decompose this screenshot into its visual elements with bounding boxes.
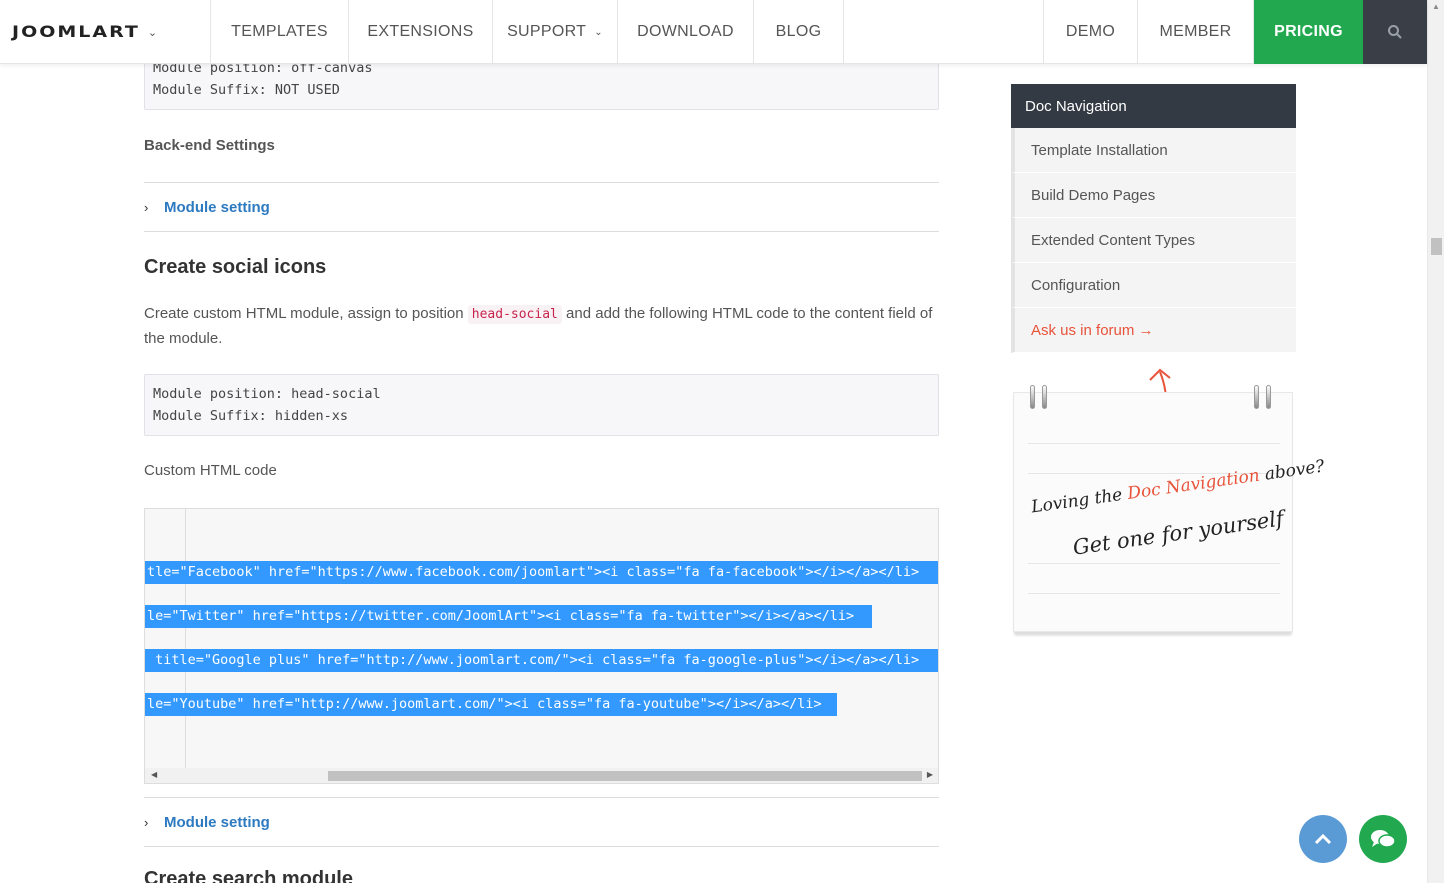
doc-navigation-title: Doc Navigation	[1011, 84, 1296, 128]
nav-templates[interactable]: TEMPLATES	[211, 0, 349, 64]
instruction-paragraph: Create custom HTML module, assign to pos…	[144, 305, 933, 347]
doc-nav-template-installation[interactable]: Template Installation	[1011, 128, 1296, 173]
chevron-down-icon: ⌄	[147, 26, 158, 39]
selected-code-line[interactable]: le="Youtube" href="http://www.joomlart.c…	[145, 693, 837, 716]
code-block-head-social: Module position: head-social Module Suff…	[144, 374, 939, 436]
nav-right: DEMO MEMBER PRICING	[1043, 0, 1427, 64]
nav-pricing[interactable]: PRICING	[1254, 0, 1363, 64]
chevron-up-icon	[1314, 833, 1332, 845]
scroll-up-icon[interactable]: ▲	[1432, 2, 1440, 11]
page: Module position: off-canvas Module Suffi…	[0, 0, 1444, 883]
section-heading: Create search module	[144, 868, 353, 883]
horizontal-scrollbar[interactable]: ◀ ▶	[145, 768, 938, 783]
doc-nav-extended-content-types[interactable]: Extended Content Types	[1011, 218, 1296, 263]
module-setting-accordion[interactable]: › Module setting	[144, 182, 939, 232]
search-button[interactable]	[1363, 0, 1427, 64]
logo[interactable]: JOOMLART ⌄	[0, 0, 211, 64]
ask-forum-link[interactable]: Ask us in forum →	[1011, 308, 1296, 353]
nav-extensions[interactable]: EXTENSIONS	[349, 0, 493, 64]
selected-code-line[interactable]: tle="Facebook" href="https://www.faceboo…	[145, 561, 938, 584]
code-editor[interactable]: tle="Facebook" href="https://www.faceboo…	[144, 508, 939, 784]
scrollbar-thumb[interactable]	[1431, 238, 1442, 255]
chat-button[interactable]	[1359, 815, 1407, 863]
chevron-right-icon: ›	[144, 199, 149, 215]
selected-code-line[interactable]: title="Google plus" href="http://www.joo…	[145, 649, 938, 672]
back-to-top-button[interactable]	[1299, 815, 1347, 863]
module-setting-label: Module setting	[164, 813, 270, 831]
ring-icon	[1042, 385, 1047, 409]
top-navbar: JOOMLART ⌄ TEMPLATES EXTENSIONS SUPPORT …	[0, 0, 1427, 64]
scroll-left-icon[interactable]: ◀	[151, 770, 157, 779]
doc-nav-configuration[interactable]: Configuration	[1011, 263, 1296, 308]
section-heading: Create social icons	[144, 256, 327, 278]
doc-navigation: Doc Navigation Template Installation Bui…	[1011, 84, 1296, 353]
nav-blog[interactable]: BLOG	[754, 0, 844, 64]
nav-support[interactable]: SUPPORT ⌄	[493, 0, 618, 64]
nav-demo[interactable]: DEMO	[1043, 0, 1138, 64]
logo-text: JOOMLART	[12, 22, 140, 42]
scroll-right-icon[interactable]: ▶	[927, 770, 933, 779]
search-icon	[1388, 25, 1402, 39]
chat-icon	[1371, 830, 1396, 848]
custom-html-label: Custom HTML code	[144, 462, 277, 479]
nav-download[interactable]: DOWNLOAD	[618, 0, 754, 64]
line-gutter	[145, 509, 186, 769]
module-setting-accordion[interactable]: › Module setting	[144, 797, 939, 847]
chevron-right-icon: ›	[144, 814, 149, 830]
module-setting-label: Module setting	[164, 198, 270, 216]
code-line: Module position: head-social	[153, 386, 381, 402]
doc-nav-build-demo-pages[interactable]: Build Demo Pages	[1011, 173, 1296, 218]
code-line: Module Suffix: NOT USED	[153, 82, 340, 98]
scrollbar-thumb[interactable]	[328, 771, 922, 781]
code-line: Module Suffix: hidden-xs	[153, 408, 349, 424]
chevron-down-icon: ⌄	[594, 26, 603, 38]
promo-cta: Get one for yourself	[1071, 506, 1286, 560]
ring-icon	[1266, 385, 1271, 409]
backend-settings-heading: Back-end Settings	[144, 137, 275, 154]
promo-note[interactable]: Loving the Doc Navigation above? Get one…	[1013, 385, 1326, 632]
nav-member[interactable]: MEMBER	[1138, 0, 1254, 64]
selected-code-line[interactable]: le="Twitter" href="https://twitter.com/J…	[145, 605, 872, 628]
inline-code: head-social	[467, 305, 562, 324]
ring-icon	[1254, 385, 1259, 409]
ring-icon	[1030, 385, 1035, 409]
page-scrollbar[interactable]: ▲	[1427, 0, 1444, 883]
